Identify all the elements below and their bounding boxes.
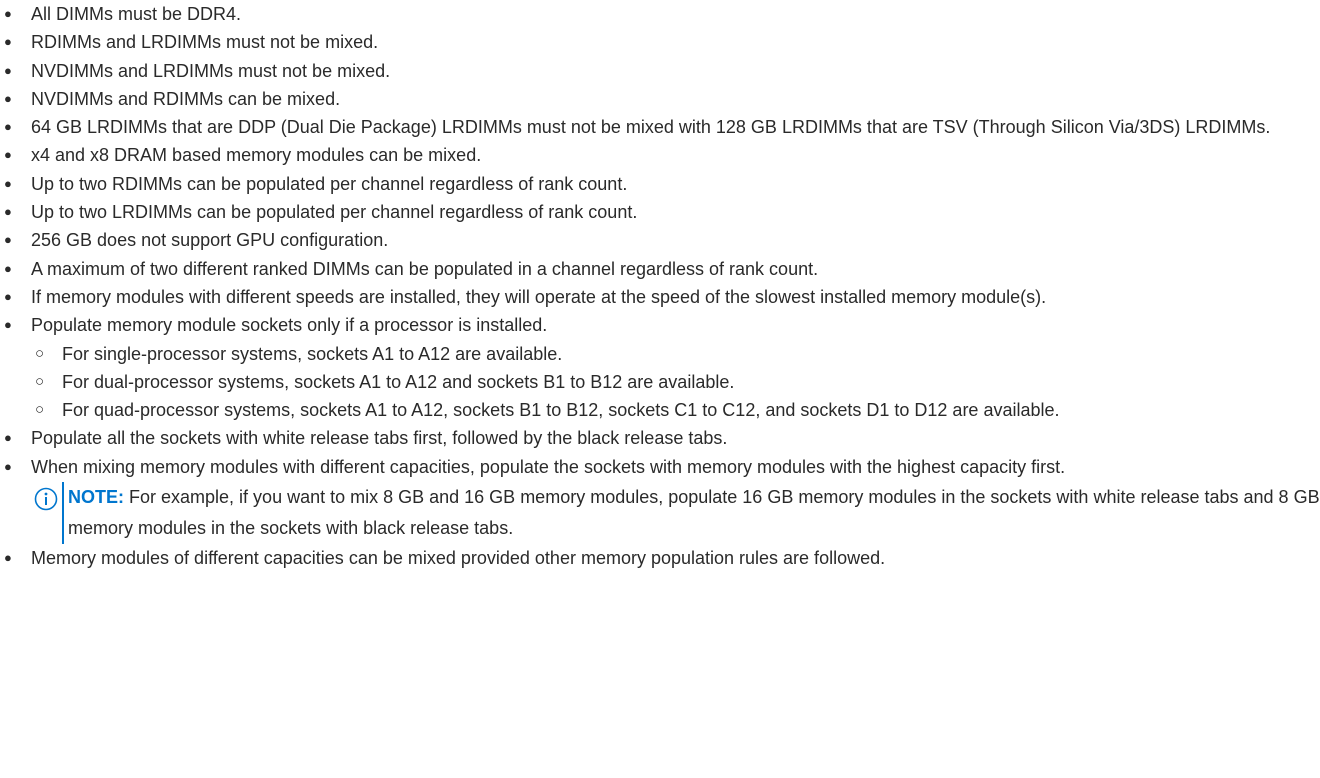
bullet: ● — [4, 119, 12, 135]
rule-text: NVDIMMs and LRDIMMs must not be mixed. — [31, 60, 391, 81]
bullet: ● — [4, 550, 12, 566]
rules-list: ● All DIMMs must be DDR4. ● RDIMMs and LRD… — [0, 0, 1320, 572]
rule-text: All DIMMs must be DDR4. — [31, 4, 242, 24]
sub-list-item: ○ For dual-processor systems, sockets A1 … — [31, 368, 1320, 396]
bullet: ● — [4, 317, 12, 333]
bullet: ● — [4, 232, 12, 248]
list-item: ● If memory modules with different speeds… — [0, 283, 1320, 311]
bullet: ● — [4, 62, 12, 78]
rule-text: 256 GB does not support GPU configuratio… — [31, 230, 389, 251]
sub-rule-text: For quad-processor systems, sockets A1 t… — [62, 400, 1060, 421]
rule-text: x4 and x8 DRAM based memory modules can … — [31, 145, 482, 166]
list-item: ● Up to two LRDIMMs can be populated per … — [0, 198, 1320, 226]
rule-text: RDIMMs and LRDIMMs must not be mixed. — [31, 32, 379, 53]
list-item: ● A maximum of two different ranked DIMMs… — [0, 255, 1320, 283]
list-item: ● 64 GB LRDIMMs that are DDP (Dual Die Pa… — [0, 113, 1320, 141]
bullet: ● — [4, 288, 12, 304]
sub-bullet: ○ — [35, 344, 45, 362]
list-item: ● Populate all the sockets with white rel… — [0, 424, 1320, 452]
rule-text: Memory modules of different capacities c… — [31, 548, 886, 569]
processor-sockets-list: ○ For single-processor systems, sockets A… — [31, 340, 1320, 425]
note-text: For example, if you want to mix 8 GB and… — [68, 487, 1320, 539]
bullet: ● — [4, 430, 12, 446]
list-item: ● NVDIMMs and LRDIMMs must not be mixed. — [0, 57, 1320, 85]
sub-list-item: ○ For quad-processor systems, sockets A1 … — [31, 396, 1320, 424]
list-item: ● When mixing memory modules with differe… — [0, 453, 1320, 545]
list-item: ● RDIMMs and LRDIMMs must not be mixed. — [0, 28, 1320, 56]
sub-rule-text: For dual-processor systems, sockets A1 t… — [62, 371, 735, 392]
bullet: ● — [4, 90, 12, 106]
list-item: ● NVDIMMs and RDIMMs can be mixed. — [0, 85, 1320, 113]
rule-text: Up to two RDIMMs can be populated per ch… — [31, 173, 628, 194]
bullet: ● — [4, 6, 12, 21]
rule-text: A maximum of two different ranked DIMMs … — [31, 258, 819, 279]
note-label: NOTE: — [68, 487, 124, 508]
sub-rule-text: For single-processor systems, sockets A1… — [62, 343, 563, 364]
note-callout: NOTE: For example, if you want to mix 8 … — [31, 482, 1320, 545]
list-item: ● All DIMMs must be DDR4. — [0, 0, 1320, 28]
rule-text: Populate all the sockets with white rele… — [31, 428, 728, 449]
list-item: ● 256 GB does not support GPU configurati… — [0, 226, 1320, 254]
list-item: ● Memory modules of different capacities … — [0, 544, 1320, 572]
sub-bullet: ○ — [35, 401, 45, 419]
bullet: ● — [4, 458, 12, 474]
bullet: ● — [4, 260, 12, 276]
rule-text: 64 GB LRDIMMs that are DDP (Dual Die Pac… — [31, 117, 1271, 138]
rule-text: NVDIMMs and RDIMMs can be mixed. — [31, 88, 341, 109]
rule-text: If memory modules with different speeds … — [31, 286, 1047, 307]
sub-bullet: ○ — [35, 372, 45, 390]
list-item: ● Populate memory module sockets only if … — [0, 311, 1320, 424]
list-item: ● Up to two RDIMMs can be populated per c… — [0, 170, 1320, 198]
sub-list-item: ○ For single-processor systems, sockets A… — [31, 340, 1320, 368]
note-body: NOTE: For example, if you want to mix 8 … — [62, 482, 1320, 545]
bullet: ● — [4, 204, 12, 220]
bullet: ● — [4, 147, 12, 163]
rule-text: Populate memory module sockets only if a… — [31, 315, 548, 336]
list-item: ● x4 and x8 DRAM based memory modules can… — [0, 141, 1320, 169]
rule-text: When mixing memory modules with differen… — [31, 456, 1066, 477]
memory-population-guidelines: ● All DIMMs must be DDR4. ● RDIMMs and LRD… — [0, 0, 1320, 778]
bullet: ● — [4, 34, 12, 50]
info-icon — [34, 487, 58, 511]
rule-text: Up to two LRDIMMs can be populated per c… — [31, 202, 638, 223]
bullet: ● — [4, 175, 12, 191]
